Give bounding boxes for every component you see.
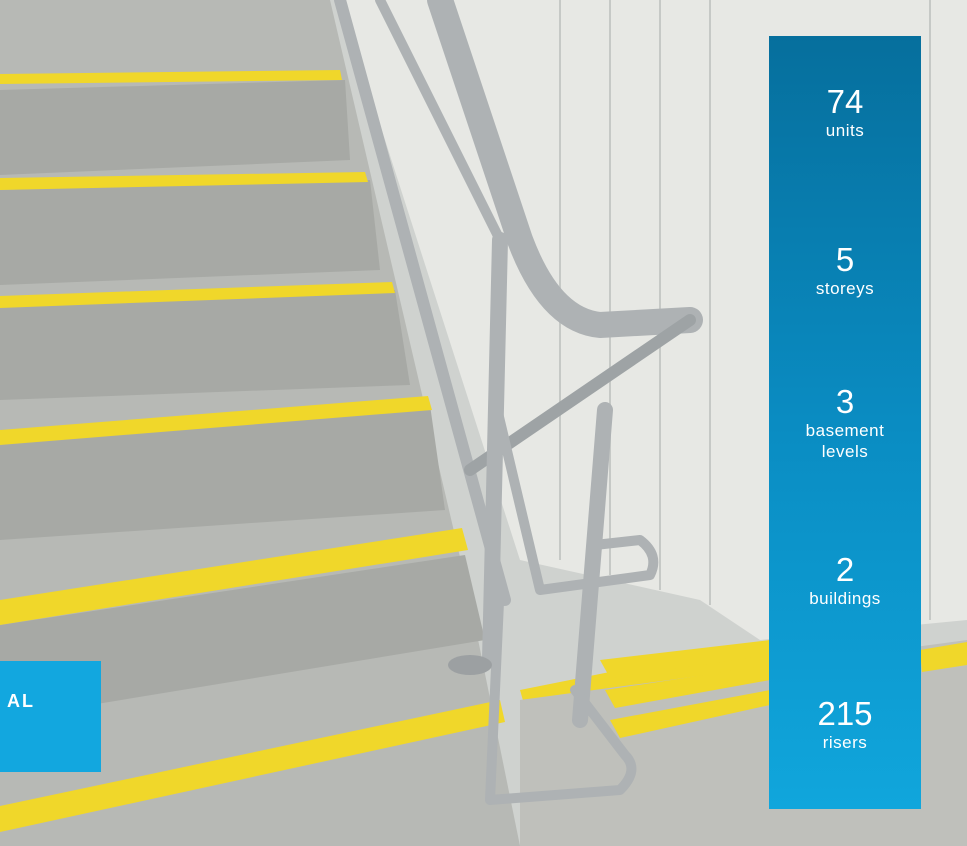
stat-label: storeys: [815, 279, 875, 298]
stat-risers: 215 risers: [769, 696, 921, 753]
category-tag: AL: [0, 661, 101, 772]
stat-label: units: [825, 121, 865, 140]
stat-units: 74 units: [769, 84, 921, 141]
stat-label: buildings: [809, 589, 881, 608]
stat-value: 215: [817, 695, 873, 732]
stat-storeys: 5 storeys: [769, 242, 921, 299]
stat-value: 74: [826, 83, 864, 120]
category-tag-label: AL: [7, 691, 35, 711]
project-stats-panel: 74 units 5 storeys 3 basement levels 2 b…: [769, 36, 921, 809]
stat-label: basement levels: [805, 421, 885, 461]
stat-value: 2: [835, 551, 855, 588]
stat-buildings: 2 buildings: [769, 552, 921, 609]
stat-value: 5: [835, 241, 855, 278]
stat-basement-levels: 3 basement levels: [769, 384, 921, 462]
stat-label: risers: [822, 733, 868, 752]
stat-value: 3: [835, 383, 855, 420]
